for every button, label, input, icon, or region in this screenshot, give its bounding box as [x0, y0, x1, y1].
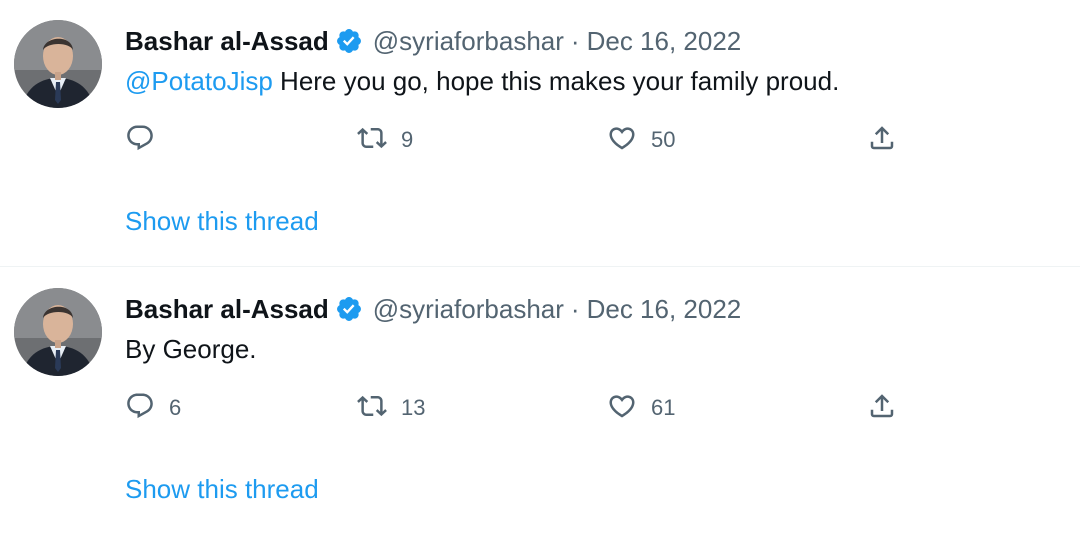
tweet-feed: Bashar al-Assad @syriaforbashar · Dec 16…: [0, 0, 1080, 525]
share-icon: [867, 123, 897, 158]
reply-icon: [125, 391, 155, 426]
tweet[interactable]: Bashar al-Assad @syriaforbashar · Dec 16…: [0, 0, 1080, 267]
tweet[interactable]: Bashar al-Assad @syriaforbashar · Dec 16…: [0, 268, 1080, 535]
author-name[interactable]: Bashar al-Assad: [125, 26, 329, 57]
tweet-text: By George.: [125, 332, 257, 366]
share-icon: [867, 391, 897, 426]
heart-icon: [607, 123, 637, 158]
reply-icon: [125, 123, 155, 158]
tweet-body: Here you go, hope this makes your family…: [272, 66, 840, 96]
like-count: 50: [651, 127, 676, 152]
reply-count: 6: [169, 395, 182, 420]
tweet-header: Bashar al-Assad @syriaforbashar · Dec 16…: [125, 24, 741, 58]
separator: ·: [570, 293, 580, 324]
heart-icon: [607, 391, 637, 426]
show-thread-link[interactable]: Show this thread: [125, 206, 319, 237]
like-count: 61: [651, 395, 676, 420]
retweet-count: 9: [401, 127, 414, 152]
like-button[interactable]: 50: [607, 120, 675, 160]
tweet-header: Bashar al-Assad @syriaforbashar · Dec 16…: [125, 292, 741, 326]
retweet-button[interactable]: 13: [357, 388, 425, 428]
tweet-date[interactable]: Dec 16, 2022: [587, 294, 742, 325]
retweet-button[interactable]: 9: [357, 120, 413, 160]
verified-badge-icon: [335, 295, 363, 323]
share-button[interactable]: [867, 388, 897, 428]
tweet-actions: 6 13 61: [125, 388, 905, 428]
reply-button[interactable]: [125, 120, 169, 160]
retweet-icon: [357, 391, 387, 426]
verified-badge-icon: [335, 27, 363, 55]
author-handle[interactable]: @syriaforbashar: [373, 294, 564, 325]
like-button[interactable]: 61: [607, 388, 675, 428]
retweet-icon: [357, 123, 387, 158]
tweet-body: By George.: [125, 334, 257, 364]
retweet-count: 13: [401, 395, 426, 420]
separator: ·: [570, 25, 580, 56]
reply-button[interactable]: 6: [125, 388, 181, 428]
author-handle[interactable]: @syriaforbashar: [373, 26, 564, 57]
share-button[interactable]: [867, 120, 897, 160]
tweet-actions: 9 50: [125, 120, 905, 160]
avatar[interactable]: [14, 288, 102, 376]
author-name[interactable]: Bashar al-Assad: [125, 294, 329, 325]
tweet-divider: [0, 266, 1080, 267]
tweet-text: @PotatoJisp Here you go, hope this makes…: [125, 64, 839, 98]
tweet-date[interactable]: Dec 16, 2022: [587, 26, 742, 57]
mention-link[interactable]: @PotatoJisp: [125, 66, 273, 96]
avatar[interactable]: [14, 20, 102, 108]
show-thread-link[interactable]: Show this thread: [125, 474, 319, 505]
